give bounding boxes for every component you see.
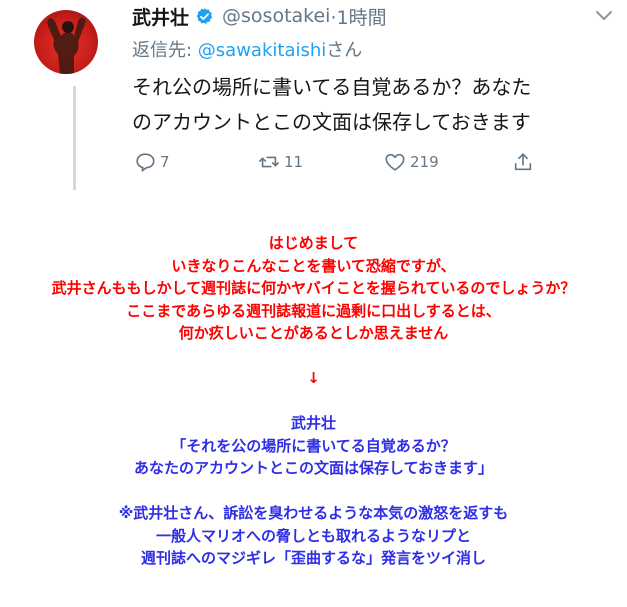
chevron-down-icon[interactable]: [595, 10, 613, 22]
avatar[interactable]: [34, 10, 98, 74]
like-button[interactable]: 219: [384, 148, 439, 176]
quote-author-name: 武井壮: [290, 414, 336, 432]
reply-button[interactable]: 7: [134, 148, 170, 176]
commentary-red-line: ここまであらゆる週刊誌報道に過剰に口出しするとは、: [126, 301, 501, 320]
display-name[interactable]: 武井壮: [132, 3, 189, 30]
tweet-card[interactable]: 武井壮 @sosotakei ·1時間 返信先: @sawakitaishiさん…: [0, 0, 627, 200]
reply-count: 7: [160, 153, 170, 171]
avatar-figure-icon: [47, 17, 86, 74]
share-icon: [514, 153, 532, 171]
tweet-text: それ公の場所に書いてる自覚あるか？あなた のアカウントとこの文面は保存しておきま…: [132, 70, 612, 140]
verified-icon: [196, 7, 213, 24]
note-line: 一般人マリオへの脅しとも取れるようなリプと: [155, 526, 471, 545]
like-icon: [385, 153, 405, 171]
timestamp[interactable]: ·1時間: [330, 3, 386, 30]
tweet-text-line: それ公の場所に書いてる自覚あるか？あなた: [132, 75, 532, 99]
reply-to-prefix: 返信先:: [132, 40, 198, 61]
commentary-red-line: いきなりこんなことを書いて恐縮ですが、: [171, 256, 456, 275]
down-arrow: ↓: [307, 369, 320, 387]
retweet-button[interactable]: 11: [258, 148, 303, 176]
retweet-count: 11: [284, 153, 304, 171]
tweet-text-line: のアカウントとこの文面は保存しておきます: [132, 110, 531, 134]
note-line: ※武井壮さん、訴訟を臭わせるような本気の激怒を返すも: [118, 504, 509, 522]
reply-icon: [136, 153, 155, 172]
note-line: 週刊誌へのマジギレ「歪曲するな」発言をツイ消し: [140, 549, 486, 567]
thread-line: [73, 86, 76, 190]
quote-line: あなたのアカウントとこの文面は保存しておきます」: [133, 459, 494, 477]
share-button[interactable]: [512, 148, 538, 176]
handle[interactable]: @sosotakei: [222, 5, 330, 27]
tweet-header: 武井壮 @sosotakei ·1時間: [132, 2, 387, 30]
commentary-red-line: 武井さんももしかして週刊誌に何かヤバイことを握られているのでしょうか？: [51, 279, 576, 297]
commentary-red-line: 何か疚しいことがあるとしか思えません: [178, 324, 449, 342]
commentary-red-line: はじめまして: [268, 234, 359, 252]
reply-to-mention-link[interactable]: @sawakitaishi: [198, 40, 326, 61]
commentary-block: はじめまして いきなりこんなことを書いて恐縮ですが、 武井さんももしかして週刊誌…: [0, 232, 627, 570]
reply-to-suffix: さん: [326, 40, 363, 61]
retweet-icon: [259, 156, 279, 168]
quote-line: 「それを公の場所に書いてる自覚あるか？: [171, 436, 456, 455]
like-count: 219: [410, 153, 439, 171]
reply-to-line: 返信先: @sawakitaishiさん: [132, 36, 362, 62]
